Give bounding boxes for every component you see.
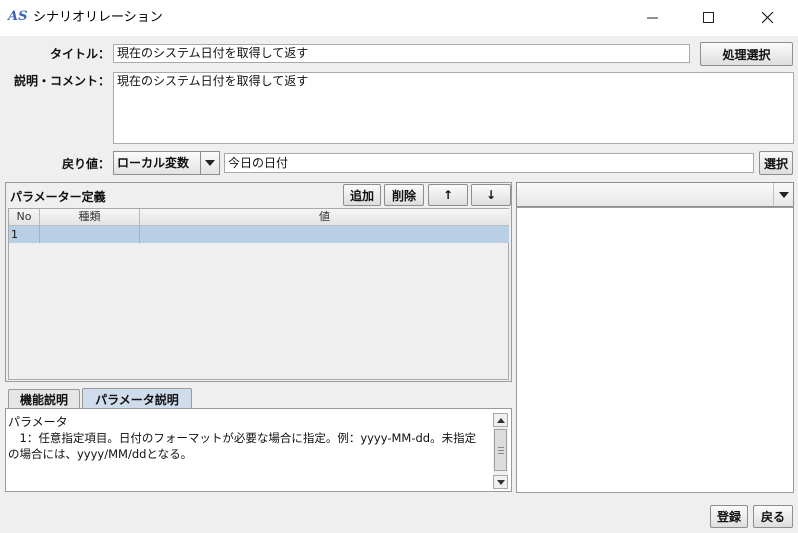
column-header-type[interactable]: 種類 <box>40 209 140 226</box>
table-cell-no: 1 <box>9 226 40 243</box>
tab-parameter-description[interactable]: パラメータ説明 <box>82 388 192 409</box>
minimize-button[interactable] <box>630 0 676 36</box>
move-up-button[interactable]: ↑ <box>428 184 468 206</box>
move-down-button[interactable]: ↓ <box>471 184 511 206</box>
delete-parameter-button[interactable]: 削除 <box>384 184 424 206</box>
help-text: パラメータ 1：任意指定項目。日付のフォーマットが必要な場合に指定。例：yyyy… <box>8 414 492 462</box>
return-label: 戻り値： <box>61 157 110 171</box>
title-bar: AS シナリオリレーション <box>0 0 798 36</box>
close-button[interactable] <box>745 0 791 36</box>
return-type-value: ローカル変数 <box>117 156 190 170</box>
column-header-no[interactable]: No <box>9 209 40 226</box>
scroll-up-icon <box>496 417 505 423</box>
right-panel-dropdown-button[interactable] <box>773 183 793 206</box>
help-scrollbar[interactable] <box>493 413 508 489</box>
comment-textarea[interactable]: 現在のシステム日付を取得して返す <box>113 72 794 144</box>
title-label: タイトル： <box>49 47 110 61</box>
help-line: 1：任意指定項目。日付のフォーマットが必要な場合に指定。例：yyyy-MM-dd… <box>8 431 477 445</box>
window-title: シナリオリレーション <box>33 10 163 25</box>
chevron-down-icon <box>778 191 789 198</box>
close-icon <box>762 12 774 24</box>
return-type-select[interactable]: ローカル変数 <box>113 151 220 175</box>
back-button[interactable]: 戻る <box>753 505 793 528</box>
help-line: パラメータ <box>8 415 68 429</box>
right-panel-dropdown[interactable] <box>516 182 794 207</box>
app-logo: AS <box>8 9 28 24</box>
parameter-table: No 種類 値 1 <box>8 208 509 380</box>
chevron-down-icon <box>205 160 215 166</box>
return-type-dropdown-button[interactable] <box>200 152 219 174</box>
select-process-button[interactable]: 処理選択 <box>700 42 793 66</box>
register-button[interactable]: 登録 <box>710 505 748 528</box>
scroll-up-button[interactable] <box>493 413 508 427</box>
comment-label: 説明・コメント： <box>13 74 110 88</box>
scroll-thumb[interactable] <box>494 429 507 471</box>
right-panel-content <box>516 207 794 493</box>
help-line: の場合には、yyyy/MM/ddとなる。 <box>8 447 193 461</box>
table-cell-type <box>40 226 140 243</box>
scroll-down-button[interactable] <box>493 475 508 489</box>
add-parameter-button[interactable]: 追加 <box>343 184 381 206</box>
table-row[interactable]: 1 <box>9 226 509 243</box>
column-header-value[interactable]: 値 <box>140 209 509 226</box>
scroll-down-icon <box>496 479 505 485</box>
title-field[interactable]: 現在のシステム日付を取得して返す <box>113 44 690 63</box>
parameter-panel-title: パラメーター定義 <box>10 190 106 204</box>
table-cell-value <box>140 226 509 243</box>
maximize-button[interactable] <box>686 0 732 36</box>
return-value-field[interactable]: 今日の日付 <box>224 153 754 173</box>
minimize-icon <box>647 17 658 19</box>
maximize-icon <box>703 12 714 23</box>
select-button[interactable]: 選択 <box>759 151 793 175</box>
help-text-area: パラメータ 1：任意指定項目。日付のフォーマットが必要な場合に指定。例：yyyy… <box>5 408 512 492</box>
tab-function-description[interactable]: 機能説明 <box>8 389 80 409</box>
parameter-panel: パラメーター定義 追加 削除 ↑ ↓ No 種類 値 1 <box>5 182 512 382</box>
